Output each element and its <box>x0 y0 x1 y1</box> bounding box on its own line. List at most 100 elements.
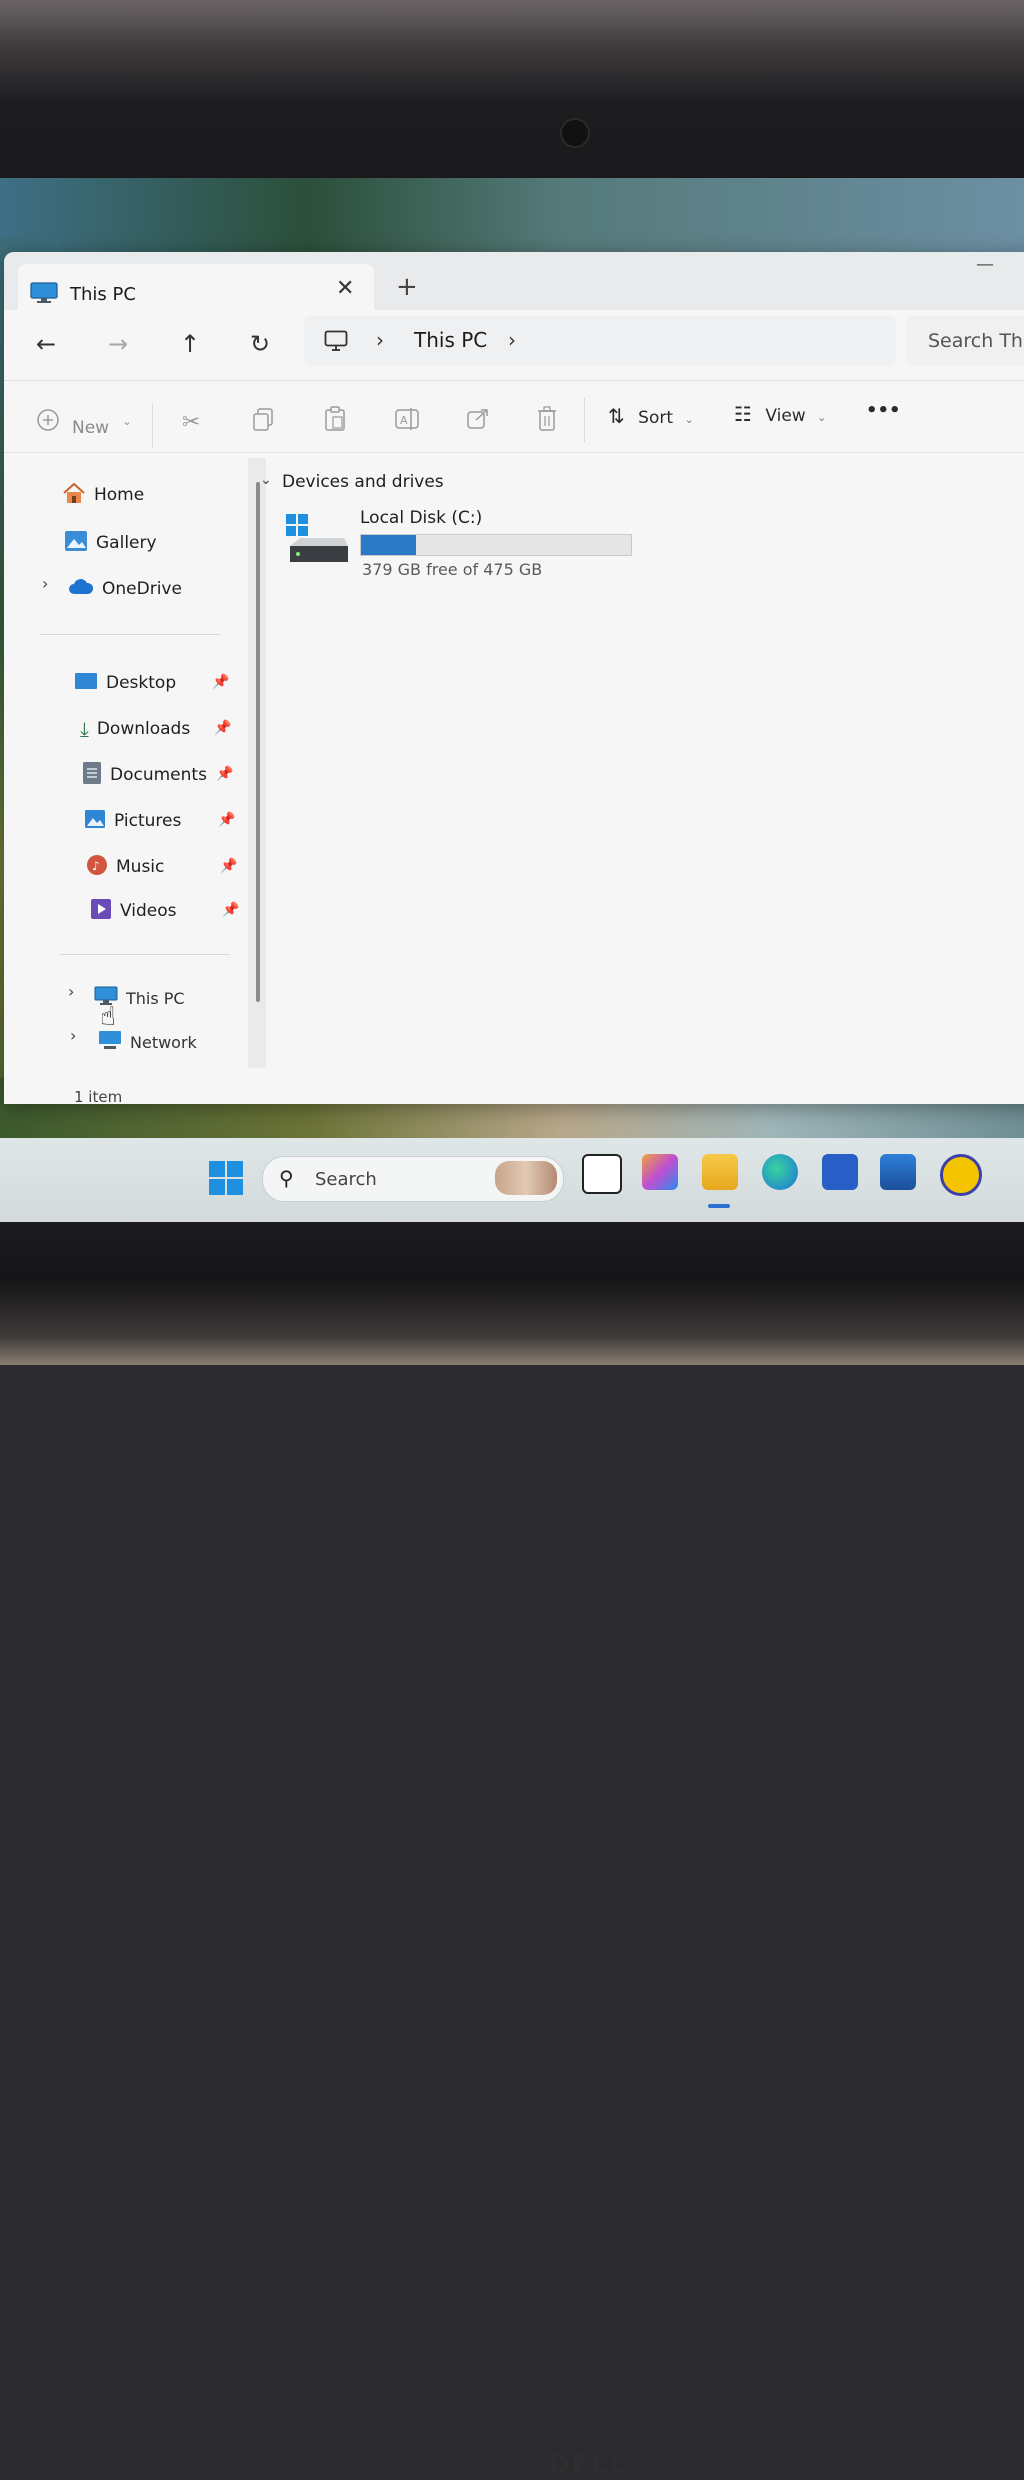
home-icon <box>62 482 86 509</box>
sidebar-item-gallery[interactable]: Gallery <box>64 526 157 560</box>
sidebar-item-label: Downloads <box>96 719 191 739</box>
sidebar-divider <box>40 634 220 635</box>
delete-icon[interactable] <box>536 406 558 438</box>
content-pane: ⌄ Devices and drives Local Disk (C:) 379… <box>260 454 1024 1064</box>
tab-title: This PC <box>70 284 136 305</box>
up-button[interactable]: ↑ <box>180 330 200 358</box>
tab-bar: This PC ✕ + — <box>4 252 1024 310</box>
breadcrumb-separator[interactable]: › <box>376 328 384 352</box>
view-list-icon: ☷ <box>734 402 752 426</box>
edge-icon[interactable] <box>762 1154 798 1190</box>
sidebar-scrollbar-thumb[interactable] <box>256 482 260 1002</box>
chevron-right-icon[interactable]: › <box>70 1026 76 1045</box>
chevron-right-icon[interactable]: › <box>42 574 48 593</box>
sidebar-item-label: OneDrive <box>102 579 182 599</box>
minimize-button[interactable]: — <box>976 254 994 275</box>
status-item-count: 1 item <box>74 1088 123 1106</box>
sidebar-item-label: Network <box>130 1032 197 1052</box>
gallery-icon <box>64 530 88 557</box>
pin-icon[interactable]: 📌 <box>214 720 231 736</box>
music-icon: ♪ <box>86 854 108 881</box>
windows-drive-icon <box>284 512 350 572</box>
search-icon: ⚲ <box>279 1166 294 1190</box>
tab-this-pc[interactable]: This PC ✕ <box>18 264 374 310</box>
share-icon[interactable] <box>466 406 490 436</box>
task-view-icon[interactable] <box>582 1154 622 1194</box>
breadcrumb-this-pc[interactable]: This PC <box>414 328 487 352</box>
chevron-down-icon: ⌄ <box>817 411 827 424</box>
file-explorer-window: This PC ✕ + — ← → ↑ ↻ › This PC › Search… <box>4 252 1024 1216</box>
network-icon <box>98 1030 122 1054</box>
taskbar-search-label: Search <box>315 1169 377 1190</box>
sidebar-item-videos[interactable]: Videos <box>90 894 177 928</box>
pin-icon[interactable]: 📌 <box>216 766 233 782</box>
video-icon <box>90 898 112 925</box>
drive-free-space: 379 GB free of 475 GB <box>362 560 543 579</box>
more-options-button[interactable]: ••• <box>866 400 901 421</box>
active-app-indicator <box>708 1204 730 1208</box>
view-label: View <box>765 406 806 426</box>
drive-name: Local Disk (C:) <box>360 508 483 528</box>
taskbar: ⚲ Search <box>0 1138 1024 1222</box>
download-icon: ⤓ <box>80 717 89 741</box>
taskbar-search[interactable]: ⚲ Search <box>262 1156 564 1202</box>
search-placeholder: Search This <box>928 330 1024 352</box>
sidebar-item-home[interactable]: Home <box>62 478 144 512</box>
sidebar-item-pictures[interactable]: Pictures <box>84 804 181 838</box>
view-button[interactable]: ☷ View ⌄ <box>734 402 826 426</box>
search-input[interactable]: Search This <box>906 316 1024 366</box>
navigation-pane: Home Gallery › OneDrive Desktop 📌 ⤓ Down… <box>4 454 246 1216</box>
cloud-icon <box>68 578 94 601</box>
forward-button[interactable]: → <box>108 330 128 358</box>
sidebar-item-label: Documents <box>110 765 207 785</box>
file-explorer-icon[interactable] <box>702 1154 738 1190</box>
back-button[interactable]: ← <box>36 330 56 358</box>
chevron-down-icon[interactable]: ⌄ <box>260 472 272 488</box>
chevron-right-icon[interactable]: › <box>68 982 74 1001</box>
sidebar-item-desktop[interactable]: Desktop <box>74 666 176 700</box>
close-tab-icon[interactable]: ✕ <box>336 276 354 301</box>
pin-icon[interactable]: 📌 <box>218 812 235 828</box>
sidebar-item-downloads[interactable]: ⤓ Downloads <box>80 712 190 746</box>
refresh-button[interactable]: ↻ <box>250 330 270 358</box>
paste-icon[interactable] <box>324 406 346 438</box>
pin-icon[interactable]: 📌 <box>220 858 237 874</box>
sidebar-divider <box>60 954 230 955</box>
new-tab-button[interactable]: + <box>396 272 418 302</box>
start-button[interactable] <box>208 1160 244 1200</box>
pin-icon[interactable]: 📌 <box>222 902 239 918</box>
app-x-icon[interactable] <box>940 1154 982 1196</box>
cut-icon[interactable]: ✂ <box>182 410 200 435</box>
breadcrumb-expand[interactable]: › <box>508 328 516 352</box>
sort-icon: ⇅ <box>608 404 625 428</box>
outlook-icon[interactable] <box>880 1154 916 1190</box>
sidebar-item-documents[interactable]: Documents <box>82 758 207 792</box>
drive-usage-fill <box>361 535 416 555</box>
drive-local-disk[interactable]: Local Disk (C:) 379 GB free of 475 GB <box>280 502 660 588</box>
sidebar-item-onedrive[interactable]: OneDrive <box>68 572 182 606</box>
new-button[interactable] <box>36 408 60 438</box>
navigation-bar: ← → ↑ ↻ › This PC › Search This <box>4 310 1024 381</box>
pin-icon[interactable]: 📌 <box>212 674 229 690</box>
address-bar[interactable]: › This PC › <box>304 316 896 366</box>
sidebar-item-label: Music <box>116 857 165 877</box>
search-highlight-image <box>495 1161 557 1195</box>
chevron-down-icon: ⌄ <box>684 413 694 426</box>
sidebar-item-label: Desktop <box>106 673 177 693</box>
plus-circle-icon <box>37 409 59 431</box>
sidebar-item-label: Videos <box>120 901 177 921</box>
document-icon <box>82 761 102 790</box>
sort-label: Sort <box>638 408 674 428</box>
sidebar-item-music[interactable]: ♪ Music <box>86 850 164 884</box>
group-header-devices[interactable]: Devices and drives <box>282 472 444 492</box>
copy-icon[interactable] <box>252 408 274 438</box>
monitor-bezel-top <box>0 0 1024 190</box>
rename-icon[interactable]: A <box>394 406 420 438</box>
monitor-icon <box>30 282 58 308</box>
chevron-down-icon: ⌄ <box>122 414 133 428</box>
sort-button[interactable]: ⇅ Sort ⌄ <box>608 404 694 428</box>
sidebar-item-network[interactable]: Network <box>98 1025 197 1059</box>
copilot-icon[interactable] <box>642 1154 678 1190</box>
store-icon[interactable] <box>822 1154 858 1190</box>
new-label: New <box>72 418 110 438</box>
